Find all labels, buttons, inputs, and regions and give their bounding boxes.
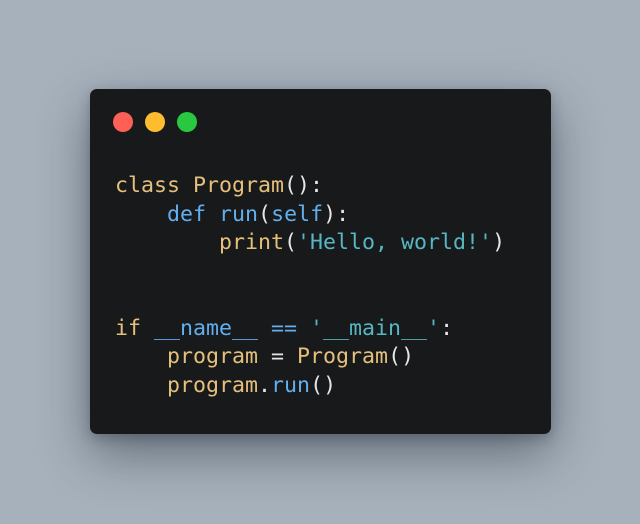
code-token-identifier: program [167,344,259,369]
code-token-string: '__main__' [310,315,441,341]
code-line: def run(self): [115,201,505,230]
code-token-function: run [219,201,259,227]
code-token-keyword: if [115,315,155,341]
code-line: if __name__ == '__main__': [115,315,505,344]
code-token-punctuation [115,230,219,255]
code-token-function: run [271,372,311,398]
code-token-function: def [167,201,220,227]
code-token-identifier: program [167,372,259,398]
code-token-punctuation: ( [284,230,298,255]
code-token-punctuation: . [258,372,272,398]
code-token-function: == [258,315,311,341]
code-window: class Program(): def run(self): print('H… [90,89,551,434]
code-token-punctuation: ( [258,201,272,227]
code-token-function: __name__ [154,315,259,341]
code-token-identifier: Program [193,173,285,198]
close-dot-icon[interactable] [113,112,133,132]
code-token-punctuation: ): [323,201,350,227]
code-token-string: 'Hello, world!' [297,230,493,255]
code-line: class Program(): [115,172,505,201]
code-token-punctuation: (): [284,173,324,198]
code-token-punctuation [115,344,167,369]
code-line: program = Program() [115,343,505,372]
code-token-punctuation [115,373,167,398]
code-token-punctuation: : [440,315,454,341]
code-token-punctuation: () [388,344,415,369]
code-token-identifier: Program [297,344,389,369]
code-line: program.run() [115,372,505,401]
code-token-punctuation: = [258,344,298,369]
code-token-punctuation: () [310,372,337,398]
code-token-identifier: print [219,230,285,255]
code-token-punctuation [115,202,167,227]
code-line: print('Hello, world!') [115,229,505,258]
code-token-function: self [271,201,324,227]
minimize-dot-icon[interactable] [145,112,165,132]
code-block: class Program(): def run(self): print('H… [115,172,505,400]
maximize-dot-icon[interactable] [177,112,197,132]
code-token-keyword: class [115,173,194,198]
code-token-punctuation: ) [492,230,506,255]
